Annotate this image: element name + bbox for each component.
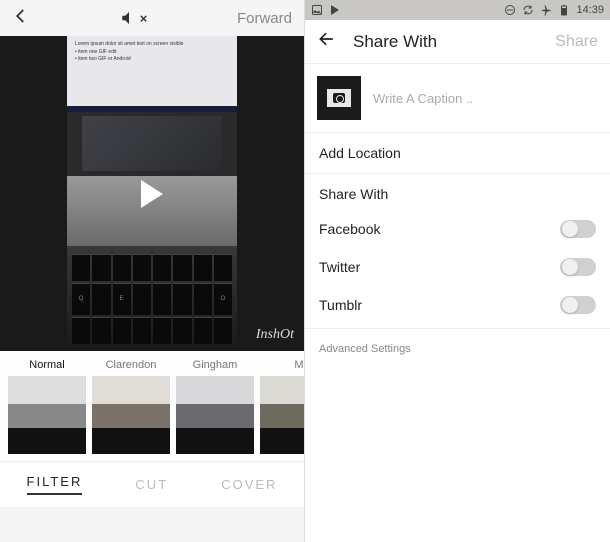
watermark: InshOt [256,327,294,343]
airplane-icon [540,4,552,16]
page-title: Share With [353,32,539,52]
share-with-label: Share With [305,174,610,210]
share-button[interactable]: Share [555,33,598,51]
forward-button[interactable]: Forward [237,10,292,27]
camera-icon [333,93,345,103]
share-header: Share With Share [305,20,610,64]
tab-cut[interactable]: CUT [135,477,168,492]
caption-row: Write A Caption .. [305,64,610,133]
sync-icon [522,4,534,16]
share-facebook: Facebook [305,210,610,248]
advanced-settings-button[interactable]: Advanced Settings [305,328,610,369]
back-button[interactable] [317,29,337,55]
bottom-tabs: FILTER CUT COVER [0,461,304,507]
mute-icon[interactable]: × [120,9,148,27]
filter-label: Normal [29,359,64,373]
play-store-icon [329,4,341,16]
filter-label: Gingham [193,359,238,373]
share-tumblr: Tumblr [305,286,610,324]
service-label: Facebook [319,221,380,237]
filter-gingham[interactable]: Gingham [176,359,254,457]
editor-screen: × Forward Lorem ipsum dolor sit amet tex… [0,0,305,542]
filter-clarendon[interactable]: Clarendon [92,359,170,457]
filter-more[interactable]: M [260,359,304,457]
share-twitter: Twitter [305,248,610,286]
status-time: 14:39 [576,4,604,16]
toggle-tumblr[interactable] [560,296,596,314]
filter-label: M [294,359,303,373]
caption-input[interactable]: Write A Caption .. [373,91,598,106]
filter-normal[interactable]: Normal [8,359,86,457]
battery-icon [558,4,570,16]
dnd-icon [504,4,516,16]
play-icon[interactable] [141,180,163,208]
editor-header: × Forward [0,0,304,36]
filters-row[interactable]: Normal Clarendon Gingham M [0,351,304,461]
status-bar: 14:39 [305,0,610,20]
filter-label: Clarendon [106,359,157,373]
tab-filter[interactable]: FILTER [27,474,83,495]
add-location-button[interactable]: Add Location [305,133,610,174]
back-button[interactable] [12,5,30,31]
tab-cover[interactable]: COVER [221,477,277,492]
service-label: Tumblr [319,297,362,313]
toggle-facebook[interactable] [560,220,596,238]
image-icon [311,4,323,16]
video-preview[interactable]: Lorem ipsum dolor sit amet text on scree… [0,36,304,351]
toggle-twitter[interactable] [560,258,596,276]
service-label: Twitter [319,259,360,275]
caption-thumbnail[interactable] [317,76,361,120]
share-screen: 14:39 Share With Share Write A Caption .… [305,0,610,542]
